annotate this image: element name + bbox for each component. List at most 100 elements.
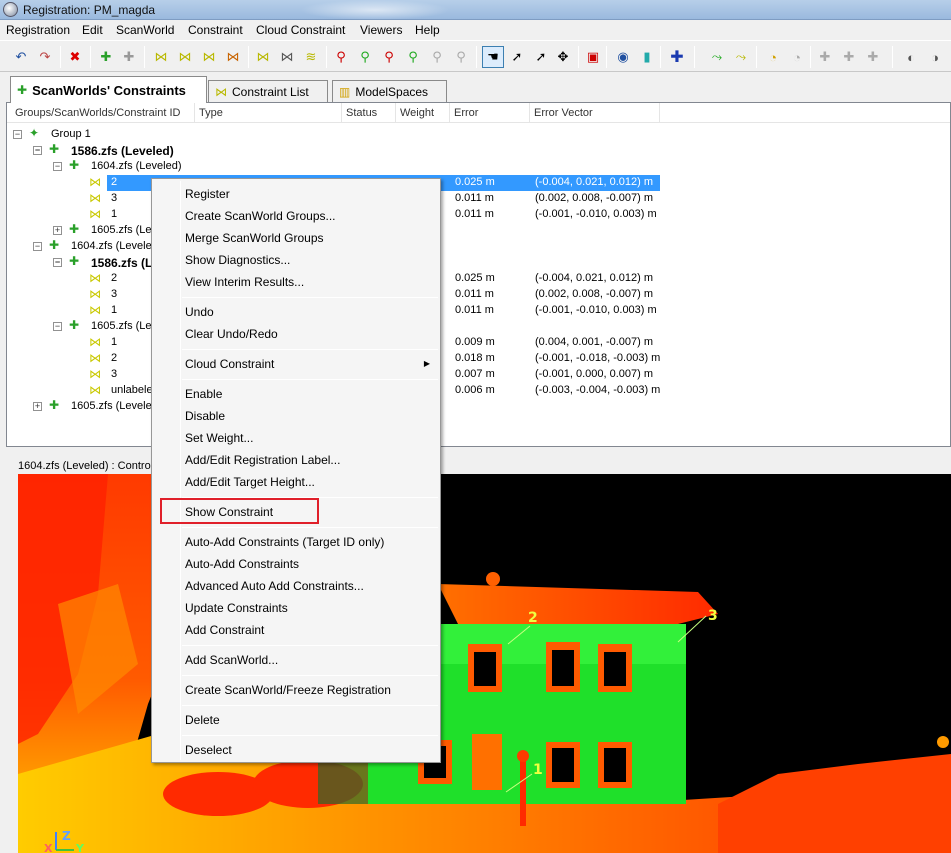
menu-add-edit-target-height[interactable]: Add/Edit Target Height... [185,472,315,492]
pan-hand-icon[interactable]: ☚ [482,46,504,68]
select-plus-icon[interactable]: ➚ [530,46,552,68]
scanworld-icon: ✚ [49,238,60,252]
link-constraint-icon[interactable]: ⤳ [730,46,752,68]
scanworld-icon: ✚ [17,83,28,97]
viewer-tool-1-icon[interactable]: ◐ [900,46,922,68]
cloud-constraint-add-icon[interactable]: ⋈ [276,46,298,68]
menu-scanworld[interactable]: ScanWorld [116,23,174,37]
disabled-tool-2-icon[interactable]: ✚ [838,46,860,68]
cloud-constraint-icon[interactable]: ⋈ [252,46,274,68]
axis-label: X [44,842,53,853]
constraint-disable-icon[interactable]: ⋈ [222,46,244,68]
app-icon [3,2,18,17]
menu-auto-add-constraints[interactable]: Auto-Add Constraints [185,554,299,574]
menu-advanced-auto-add-constraints[interactable]: Advanced Auto Add Constraints... [185,576,364,596]
globe-icon[interactable]: ◉ [612,46,634,68]
menu-viewers[interactable]: Viewers [360,23,402,37]
tree-row[interactable]: − ✚ 1604.zfs (Leveled) [7,158,407,175]
scanworld-add-icon[interactable]: ✚ [95,46,117,68]
lock-icon[interactable]: ▣ [582,46,604,68]
menu-clear-undo-redo[interactable]: Clear Undo/Redo [185,324,278,344]
menu-registration[interactable]: Registration [6,23,70,37]
window-title: Registration: PM_magda [23,3,156,17]
menu-cloud-constraint[interactable]: Cloud Constraint [256,23,345,37]
tab-constraint-list[interactable]: ⋈ Constraint List [208,80,328,102]
menu-disable[interactable]: Disable [185,406,225,426]
merge-icon[interactable]: ⚲ [450,46,472,68]
select-arrow-icon[interactable]: ➚ [506,46,528,68]
tree-row[interactable]: − ✚ 1586.zfs (Leveled) [7,142,407,159]
modelspace-icon: ▥ [339,84,351,99]
toolbar: ↶ ↷ ✖ ✚ ✚ ⋈ ⋈ ⋈ ⋈ ⋈ ⋈ ≋ ⚲ ⚲ ⚲ ⚲ ⚲ ⚲ ☚ ➚ … [0,40,951,72]
auto-register-icon[interactable]: ⚲ [354,46,376,68]
constraint-icon: ⋈ [89,271,101,285]
menu-edit[interactable]: Edit [82,23,103,37]
constraint-icon: ⋈ [89,303,101,317]
add-icon[interactable]: ✚ [666,46,688,68]
column-id[interactable]: Groups/ScanWorlds/Constraint ID [11,103,195,123]
title-bar: Registration: PM_magda [0,0,951,20]
disabled-tool-3-icon[interactable]: ✚ [862,46,884,68]
register-icon[interactable]: ⚲ [330,46,352,68]
constraint-icon: ⋈ [89,351,101,365]
scanworld-icon: ✚ [69,318,80,332]
constraint-icon: ⋈ [89,175,101,189]
menu-add-constraint[interactable]: Add Constraint [185,620,264,640]
menu-update-constraints[interactable]: Update Constraints [185,598,288,618]
menu-show-diagnostics[interactable]: Show Diagnostics... [185,250,290,270]
column-type[interactable]: Type [195,103,342,123]
group-icon[interactable]: ⚲ [402,46,424,68]
tab-modelspaces[interactable]: ▥ ModelSpaces [332,80,447,102]
redo-icon[interactable]: ↷ [34,46,56,68]
disabled-tool-1-icon[interactable]: ✚ [814,46,836,68]
scanworld-icon: ✚ [69,254,80,268]
menu-deselect[interactable]: Deselect [185,740,232,760]
column-status[interactable]: Status [342,103,396,123]
scanworld-remove-icon[interactable]: ✚ [118,46,140,68]
tab-strip: ✚ ScanWorlds' Constraints ⋈ Constraint L… [0,72,951,103]
menu-add-edit-registration-label[interactable]: Add/Edit Registration Label... [185,450,340,470]
viewer-tool-2-icon[interactable]: ◑ [924,46,946,68]
menu-add-scanworld[interactable]: Add ScanWorld... [185,650,278,670]
target-label: 2 [528,610,538,626]
ungroup-icon[interactable]: ⚲ [426,46,448,68]
constraint-icon: ⋈ [89,191,101,205]
menu-cloud-constraint[interactable]: Cloud Constraint [185,354,435,374]
menu-help[interactable]: Help [415,23,440,37]
freeze-icon[interactable]: ⚲ [378,46,400,68]
axis-label: Y [75,842,85,853]
scanworld-icon: ✚ [69,158,80,172]
undo-icon[interactable]: ↶ [10,46,32,68]
constraint-enable-icon[interactable]: ⋈ [198,46,220,68]
menu-register[interactable]: Register [185,184,230,204]
menu-create-scanworld-freeze[interactable]: Create ScanWorld/Freeze Registration [185,680,391,700]
column-weight[interactable]: Weight [396,103,450,123]
menu-set-weight[interactable]: Set Weight... [185,428,253,448]
context-menu: Register Create ScanWorld Groups... Merg… [151,178,441,763]
modelspace-icon[interactable]: ◔ [762,46,784,68]
target-icon[interactable]: ▮ [636,46,658,68]
menu-enable[interactable]: Enable [185,384,222,404]
menu-undo[interactable]: Undo [185,302,214,322]
tree-row[interactable]: − ✦ Group 1 [7,126,407,143]
menu-auto-add-constraints-target-id[interactable]: Auto-Add Constraints (Target ID only) [185,532,384,552]
menu-merge-scanworld-groups[interactable]: Merge ScanWorld Groups [185,228,324,248]
cloud-constraint-edit-icon[interactable]: ≋ [300,46,322,68]
menu-create-scanworld-groups[interactable]: Create ScanWorld Groups... [185,206,336,226]
splitter[interactable] [0,447,951,459]
menu-constraint[interactable]: Constraint [188,23,243,37]
highlight-box [160,498,319,524]
menu-delete[interactable]: Delete [185,710,220,730]
constraint-icon: ⋈ [89,287,101,301]
delete-icon[interactable]: ✖ [64,46,86,68]
tab-scanworlds-constraints[interactable]: ✚ ScanWorlds' Constraints [10,76,207,103]
link-icon[interactable]: ⤳ [706,46,728,68]
menu-view-interim-results[interactable]: View Interim Results... [185,272,304,292]
constraint-add-icon[interactable]: ⋈ [174,46,196,68]
move-icon[interactable]: ✥ [552,46,574,68]
column-error[interactable]: Error [450,103,530,123]
modelspace-remove-icon[interactable]: ◔ [786,46,808,68]
constraint-icon: ⋈ [89,367,101,381]
constraint-icon[interactable]: ⋈ [150,46,172,68]
column-error-vector[interactable]: Error Vector [530,103,660,123]
